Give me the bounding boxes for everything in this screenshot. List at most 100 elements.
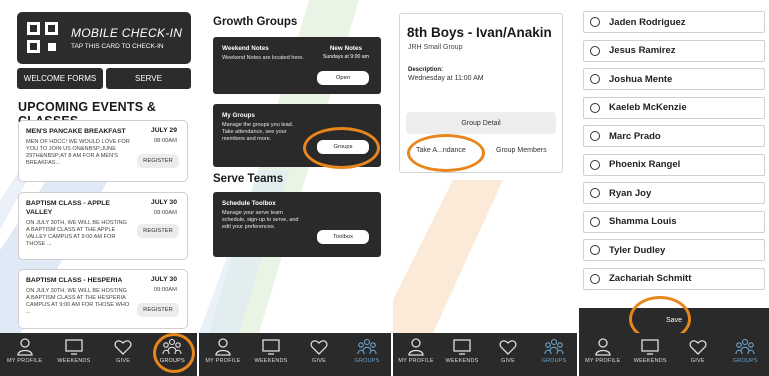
- new-notes-subtitle: Sundays at 9:00 am: [322, 54, 369, 60]
- tab-label: MY PROFILE: [398, 358, 434, 364]
- group-card: 8th Boys - Ivan/Anakin JRH Small Group D…: [399, 13, 563, 173]
- member-row[interactable]: Joshua Mente: [583, 68, 765, 90]
- event-description: ON JULY 30TH, WE WILL BE HOSTING A BAPTI…: [26, 220, 127, 247]
- member-row[interactable]: Tyler Dudley: [583, 239, 765, 261]
- radio-button[interactable]: [590, 245, 600, 255]
- radio-button[interactable]: [590, 102, 600, 113]
- group-members-button[interactable]: Group Members: [496, 147, 547, 154]
- event-title: MEN'S PANCAKE BREAKFAST: [26, 128, 126, 135]
- toolbox-button[interactable]: Toolbox: [317, 230, 369, 244]
- person-icon: [215, 338, 231, 356]
- tab-groups[interactable]: GROUPS: [150, 338, 194, 364]
- radio-button[interactable]: [590, 273, 600, 284]
- tab-my-profile[interactable]: MY PROFILE: [3, 338, 47, 364]
- tab-label: GROUPS: [354, 358, 380, 364]
- welcome-forms-button[interactable]: WELCOME FORMS: [17, 68, 103, 89]
- member-row[interactable]: Zachariah Schmitt: [583, 267, 765, 290]
- take-attendance-button[interactable]: Take A...ndance: [416, 147, 466, 154]
- register-button[interactable]: REGISTER: [137, 224, 179, 238]
- mobile-checkin-card[interactable]: MOBILE CHECK-IN TAP THIS CARD TO CHECK-I…: [17, 12, 191, 64]
- groups-button[interactable]: Groups: [317, 140, 369, 154]
- event-card[interactable]: BAPTISM CLASS - APPLE VALLEY ON JULY 30T…: [18, 192, 188, 260]
- card-text: Weekend Notes are located here.: [222, 55, 304, 61]
- event-title: BAPTISM CLASS - APPLE VALLEY: [26, 200, 110, 216]
- tab-give[interactable]: GIVE: [486, 338, 530, 364]
- group-detail-button[interactable]: Group Detail: [406, 112, 556, 134]
- new-notes-info: New Notes Sundays at 9:00 am: [323, 45, 369, 60]
- tab-give[interactable]: GIVE: [297, 338, 341, 364]
- people-icon: [357, 338, 377, 355]
- tab-label: GROUPS: [732, 358, 758, 364]
- member-name: Joshua Mente: [609, 73, 673, 85]
- member-name: Marc Prado: [609, 130, 661, 142]
- schedule-toolbox-card: Schedule Toolbox Manage your serve team …: [213, 192, 381, 257]
- event-title: BAPTISM CLASS - HESPERIA: [26, 277, 123, 284]
- group-subtitle: JRH Small Group: [408, 44, 463, 51]
- radio-button[interactable]: [590, 74, 600, 84]
- event-date: JULY 30: [150, 199, 177, 206]
- register-button[interactable]: REGISTER: [137, 303, 179, 317]
- people-icon: [162, 338, 182, 355]
- serve-teams-title: Serve Teams: [213, 173, 284, 185]
- member-name: Zachariah Schmitt: [609, 273, 692, 284]
- tab-weekends[interactable]: WEEKENDS: [628, 338, 672, 364]
- radio-button[interactable]: [590, 159, 600, 170]
- card-text: Manage the groups you lead. Take attenda…: [222, 122, 294, 142]
- open-button[interactable]: Open: [317, 71, 369, 85]
- member-name: Ryan Joy: [609, 187, 652, 199]
- member-row[interactable]: Shamma Louis: [583, 210, 765, 233]
- heart-icon: [310, 340, 328, 355]
- radio-button[interactable]: [590, 17, 600, 27]
- group-detail-screen: 8th Boys - Ivan/Anakin JRH Small Group D…: [393, 0, 577, 376]
- tab-groups[interactable]: GROUPS: [723, 338, 767, 364]
- member-name: Kaeleb McKenzie: [609, 102, 687, 113]
- tab-label: MY PROFILE: [7, 358, 43, 364]
- tab-weekends[interactable]: WEEKENDS: [440, 338, 484, 364]
- member-row[interactable]: Kaeleb McKenzie: [583, 96, 765, 119]
- new-notes-title: New Notes: [329, 45, 363, 52]
- serve-button[interactable]: SERVE: [106, 68, 191, 89]
- event-time: 09:00AM: [153, 210, 177, 216]
- member-row[interactable]: Phoenix Rangel: [583, 153, 765, 176]
- checkin-subtitle: TAP THIS CARD TO CHECK-IN: [71, 43, 164, 50]
- tab-label: WEEKENDS: [445, 358, 479, 364]
- member-row[interactable]: Ryan Joy: [583, 182, 765, 204]
- tab-label: MY PROFILE: [585, 358, 621, 364]
- tab-my-profile[interactable]: MY PROFILE: [581, 338, 625, 364]
- person-icon: [595, 338, 611, 356]
- radio-button[interactable]: [590, 45, 600, 56]
- event-card[interactable]: MEN'S PANCAKE BREAKFAST MEN OF HDCC! WE …: [18, 120, 188, 182]
- growth-groups-title: Growth Groups: [213, 16, 298, 28]
- member-row[interactable]: Jaden Rodriguez: [583, 11, 765, 33]
- tab-groups[interactable]: GROUPS: [345, 338, 389, 364]
- save-button[interactable]: Save: [666, 317, 682, 324]
- tab-groups[interactable]: GROUPS: [532, 338, 576, 364]
- person-icon: [408, 338, 424, 356]
- heart-icon: [499, 340, 517, 355]
- radio-button[interactable]: [590, 216, 600, 227]
- save-bar: Save: [579, 308, 769, 333]
- tab-label: GIVE: [690, 358, 705, 364]
- tab-label: WEEKENDS: [57, 358, 91, 364]
- radio-button[interactable]: [590, 188, 600, 198]
- tab-label: GROUPS: [541, 358, 567, 364]
- tab-weekends[interactable]: WEEKENDS: [249, 338, 293, 364]
- member-row[interactable]: Marc Prado: [583, 125, 765, 147]
- event-date: JULY 30: [150, 276, 177, 283]
- groups-screen: Growth Groups Weekend Notes Weekend Note…: [199, 0, 391, 376]
- monitor-icon: [641, 339, 659, 355]
- tab-my-profile[interactable]: MY PROFILE: [394, 338, 438, 364]
- tab-weekends[interactable]: WEEKENDS: [52, 338, 96, 364]
- tab-my-profile[interactable]: MY PROFILE: [201, 338, 245, 364]
- event-card[interactable]: BAPTISM CLASS - HESPERIA ON JULY 30TH, W…: [18, 269, 188, 329]
- tab-give[interactable]: GIVE: [676, 338, 720, 364]
- tab-label: WEEKENDS: [254, 358, 288, 364]
- register-button[interactable]: REGISTER: [137, 154, 179, 168]
- my-groups-card: My Groups Manage the groups you lead. Ta…: [213, 104, 381, 167]
- radio-button[interactable]: [590, 131, 600, 141]
- tab-label: GIVE: [501, 358, 515, 364]
- member-name: Shamma Louis: [609, 216, 677, 227]
- member-row[interactable]: Jesus Ramirez: [583, 39, 765, 62]
- tab-give[interactable]: GIVE: [101, 338, 145, 364]
- monitor-icon: [65, 339, 83, 355]
